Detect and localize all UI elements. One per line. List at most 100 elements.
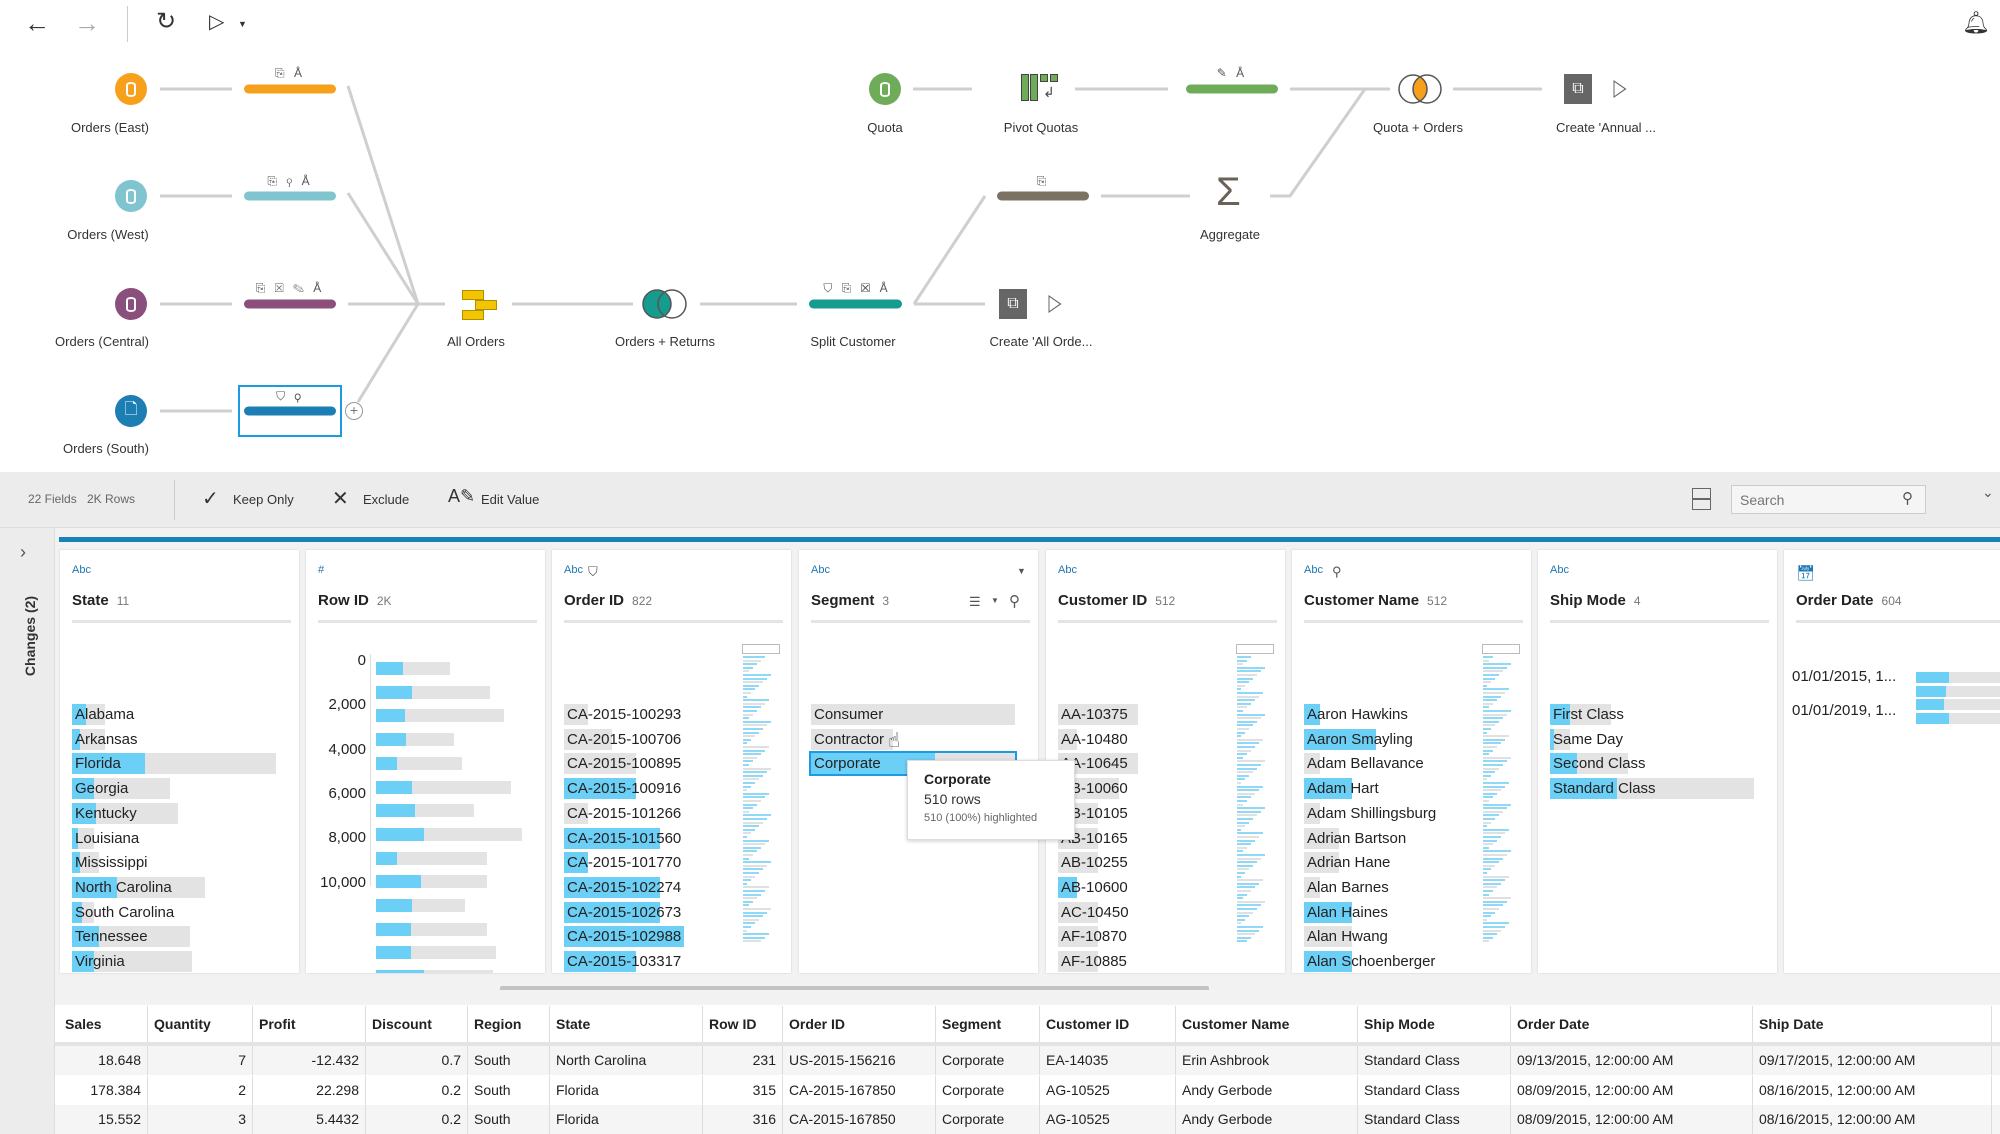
profile-card-order-id[interactable]: Abc ⛉ Order ID 822 CA-2015-100293 CA-2015-100… — [552, 550, 791, 973]
search-input[interactable] — [1732, 486, 1892, 513]
value-row[interactable]: Same Day — [1550, 728, 1754, 750]
field-title[interactable]: Customer ID 512 — [1058, 592, 1175, 609]
run-output-annual-icon[interactable] — [1613, 80, 1627, 98]
value-row[interactable]: Florida — [72, 753, 276, 775]
profile-card-order-date[interactable]: 📅︎ Order Date 604 01/01/2015, 1... 01/01/201… — [1784, 550, 2000, 973]
column-header-order-date[interactable]: Order Date — [1511, 1006, 1753, 1042]
card-menu-chevron-icon[interactable]: ▼ — [1017, 566, 1026, 576]
orders-east-input-icon[interactable] — [115, 73, 147, 105]
value-row[interactable]: Adrian Hane — [1304, 852, 1464, 874]
value-row[interactable]: Adam Shillingsburg — [1304, 802, 1464, 824]
value-row[interactable]: Consumer — [811, 704, 1015, 725]
column-header-quantity[interactable]: Quantity — [148, 1006, 253, 1042]
expand-chevron-icon[interactable]: › — [20, 542, 26, 563]
value-row[interactable]: Georgia — [72, 778, 276, 800]
value-distribution-minimap[interactable] — [1236, 644, 1274, 944]
value-row[interactable]: AB-10165 — [1058, 827, 1218, 849]
value-row[interactable]: CA-2015-100916 — [564, 778, 724, 800]
minimap-viewport[interactable] — [1482, 644, 1520, 654]
quota-input-icon[interactable] — [869, 73, 901, 105]
aggregate-sigma-icon[interactable]: Σ — [1216, 172, 1241, 212]
value-row[interactable]: Mississippi — [72, 852, 276, 874]
orders-south-file-input-icon[interactable]: 🗋︎ — [115, 395, 147, 427]
column-header-ship-mode[interactable]: Ship Mode — [1358, 1006, 1511, 1042]
value-row[interactable]: CA-2015-101770 — [564, 852, 724, 874]
value-row[interactable]: AB-10255 — [1058, 852, 1218, 874]
clean-step-quota[interactable] — [1186, 84, 1278, 94]
clean-step-split-customer[interactable] — [809, 299, 902, 309]
clean-step-west[interactable] — [244, 191, 336, 201]
value-row[interactable]: CA-2015-100895 — [564, 753, 724, 775]
clean-step-east[interactable] — [244, 84, 336, 94]
value-row[interactable]: South Carolina — [72, 901, 276, 923]
value-row[interactable]: AA-10480 — [1058, 728, 1218, 750]
profile-card-ship-mode[interactable]: Abc Ship Mode 4 First Class Same Day Second C… — [1538, 550, 1777, 973]
value-row[interactable]: Alan Haines — [1304, 901, 1464, 923]
column-header-customer-id[interactable]: Customer ID — [1040, 1006, 1176, 1042]
value-row[interactable]: Aaron Hawkins — [1304, 704, 1464, 725]
value-row[interactable]: Kentucky — [72, 802, 276, 824]
value-row[interactable]: Second Class — [1550, 753, 1754, 775]
minimap-viewport[interactable] — [742, 644, 780, 654]
column-header-profit[interactable]: Profit — [253, 1006, 366, 1042]
value-row[interactable]: Contractor — [811, 728, 1015, 750]
value-row[interactable]: AF-10885 — [1058, 951, 1218, 972]
changes-panel-toggle[interactable]: Changes (2) — [22, 591, 38, 681]
orders-central-input-icon[interactable] — [115, 288, 147, 320]
value-row[interactable]: North Carolina — [72, 876, 276, 898]
column-header-order-id[interactable]: Order ID — [783, 1006, 936, 1042]
orders-west-input-icon[interactable] — [115, 180, 147, 212]
field-title[interactable]: Order ID 822 — [564, 592, 652, 609]
join-icon-quota-orders[interactable] — [1396, 73, 1446, 105]
value-row[interactable]: Standard Class — [1550, 778, 1754, 800]
value-row[interactable]: First Class — [1550, 704, 1754, 725]
value-row[interactable]: CA-2015-100706 — [564, 728, 724, 750]
column-header-row-id[interactable]: Row ID — [703, 1006, 783, 1042]
sort-icon[interactable]: ☰ — [969, 594, 981, 610]
profile-card-row-id[interactable]: # Row ID 2K 0 2,000 4,000 6,000 8,000 10,000 — [306, 550, 545, 973]
value-row[interactable]: AF-10870 — [1058, 926, 1218, 948]
layout-toggle-icon[interactable] — [1692, 488, 1711, 510]
value-row[interactable]: Arkansas — [72, 728, 276, 750]
value-row[interactable]: CA-2015-102673 — [564, 901, 724, 923]
search-box[interactable]: ⚲ — [1731, 485, 1926, 514]
clean-step-aggregate-branch[interactable] — [997, 191, 1089, 201]
clean-step-south[interactable] — [244, 406, 336, 416]
clean-step-central[interactable] — [244, 299, 336, 309]
column-header-sales[interactable]: Sales — [59, 1006, 148, 1042]
value-row[interactable]: CA-2015-101560 — [564, 827, 724, 849]
value-row[interactable]: CA-2015-103317 — [564, 951, 724, 972]
value-row[interactable]: AB-10600 — [1058, 876, 1218, 898]
column-header-segment[interactable]: Segment — [936, 1006, 1040, 1042]
output-icon-all-orders[interactable]: ⧉ — [999, 289, 1027, 319]
card-search-icon[interactable]: ⚲ — [1009, 592, 1020, 610]
collapse-chevron-icon[interactable]: ⌄ — [1982, 484, 1994, 501]
value-row[interactable]: CA-2015-102988 — [564, 926, 724, 948]
minimap-viewport[interactable] — [1236, 644, 1274, 654]
flow-canvas[interactable]: ← → ↻ ▷ ▼ 🔔︎ Orders (East) Orders (West)… — [0, 0, 2000, 470]
output-icon-annual[interactable]: ⧉ — [1564, 74, 1592, 104]
field-title[interactable]: Segment 3 — [811, 592, 889, 609]
value-row[interactable]: CA-2015-102274 — [564, 876, 724, 898]
field-title[interactable]: Row ID 2K — [318, 592, 392, 609]
column-header-ship-date[interactable]: Ship Date — [1753, 1006, 1992, 1042]
profile-card-state[interactable]: Abc State 11 Alabama Arkansas Florida Georgia K… — [60, 550, 299, 973]
value-row[interactable]: Adam Hart — [1304, 778, 1464, 800]
value-row[interactable]: Adam Bellavance — [1304, 753, 1464, 775]
value-row[interactable]: AB-10105 — [1058, 802, 1218, 824]
value-row[interactable]: AA-10375 — [1058, 704, 1218, 725]
field-title[interactable]: State 11 — [72, 592, 129, 609]
value-row[interactable]: Alabama — [72, 704, 276, 725]
add-step-plus-icon[interactable]: + — [345, 402, 363, 420]
value-row[interactable]: AB-10060 — [1058, 778, 1218, 800]
profile-card-customer-id[interactable]: Abc Customer ID 512 AA-10375 AA-10480 AA-1064… — [1046, 550, 1285, 973]
value-row[interactable]: Tennessee — [72, 926, 276, 948]
column-header-region[interactable]: Region — [468, 1006, 550, 1042]
value-row[interactable]: Virginia — [72, 951, 276, 972]
value-row[interactable]: Adrian Bartson — [1304, 827, 1464, 849]
value-row[interactable]: CA-2015-101266 — [564, 802, 724, 824]
value-row[interactable]: AA-10645 — [1058, 753, 1218, 775]
value-row[interactable]: Aaron Smayling — [1304, 728, 1464, 750]
value-distribution-minimap[interactable] — [742, 644, 780, 944]
value-row[interactable]: CA-2015-100293 — [564, 704, 724, 725]
